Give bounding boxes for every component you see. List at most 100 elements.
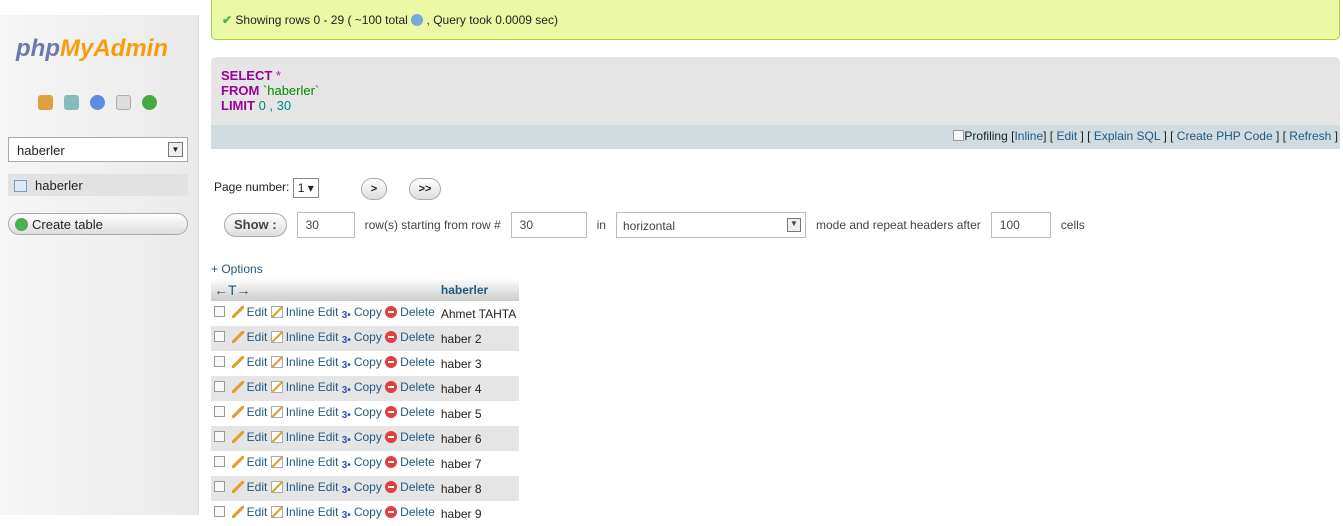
delete-link[interactable]: Delete	[385, 455, 435, 469]
copy-link[interactable]: 3• Copy	[342, 330, 382, 346]
copy-icon: 3•	[341, 435, 351, 446]
edit-link[interactable]: Edit	[231, 505, 267, 519]
pencil-icon	[231, 506, 244, 518]
edit-link[interactable]: Edit	[231, 405, 267, 419]
table-row: Edit Inline Edit 3• Copy Delete haber 3	[211, 351, 519, 376]
copy-link[interactable]: 3• Copy	[342, 455, 382, 471]
inline-edit-link[interactable]: Inline Edit	[270, 405, 338, 419]
row-checkbox[interactable]	[214, 331, 225, 342]
copy-link[interactable]: 3• Copy	[342, 380, 382, 396]
row-checkbox[interactable]	[214, 481, 225, 492]
delete-link[interactable]: Delete	[385, 480, 435, 494]
page-number-select[interactable]: 1 ▾	[292, 178, 319, 198]
edit-link[interactable]: Edit	[231, 380, 267, 394]
sidebar: phpMyAdmin haberler ▼ haberler Create tab…	[0, 15, 199, 515]
inline-link[interactable]: Inline	[1014, 129, 1043, 143]
row-checkbox[interactable]	[214, 506, 225, 517]
start-row-input[interactable]: 30	[510, 212, 587, 238]
pencil-icon	[231, 356, 244, 368]
table-row: Edit Inline Edit 3• Copy Delete haber 8	[211, 476, 520, 501]
inline-edit-link[interactable]: Inline Edit	[270, 380, 338, 394]
edit-link[interactable]: Edit	[231, 430, 267, 444]
options-toggle[interactable]: + Options	[211, 262, 263, 276]
table-row: Edit Inline Edit 3• Copy Delete haber 9	[211, 501, 519, 526]
delete-icon	[385, 506, 398, 518]
chevron-down-icon: ▼	[786, 218, 801, 232]
delete-link[interactable]: Delete	[385, 505, 435, 519]
edit-link[interactable]: Edit	[231, 355, 267, 369]
pencil-icon	[231, 431, 244, 443]
copy-link[interactable]: 3• Copy	[341, 430, 382, 446]
sidebar-item-haberler[interactable]: haberler	[8, 174, 188, 196]
pencil-icon	[231, 306, 244, 318]
delete-link[interactable]: Delete	[385, 330, 435, 344]
edit-link[interactable]: Edit	[231, 330, 267, 344]
delete-link[interactable]: Delete	[385, 430, 435, 444]
delete-icon	[385, 306, 398, 318]
row-checkbox[interactable]	[214, 381, 225, 392]
delete-link[interactable]: Delete	[385, 380, 435, 394]
copy-link[interactable]: 3• Copy	[342, 305, 382, 321]
inline-edit-icon	[270, 506, 283, 518]
copy-link[interactable]: 3• Copy	[342, 505, 382, 521]
delete-link[interactable]: Delete	[385, 305, 435, 319]
row-checkbox[interactable]	[214, 356, 225, 367]
inline-edit-link[interactable]: Inline Edit	[270, 305, 338, 319]
row-checkbox[interactable]	[214, 431, 225, 442]
pencil-icon	[231, 331, 244, 343]
cell-haberler: haber 3	[440, 356, 482, 371]
copy-link[interactable]: 3• Copy	[341, 480, 382, 496]
explain-sql-link[interactable]: Explain SQL	[1094, 129, 1160, 143]
refresh-link[interactable]: Refresh	[1289, 129, 1331, 143]
inline-edit-link[interactable]: Inline Edit	[270, 455, 338, 469]
table-row: Edit Inline Edit 3• Copy Delete haber 7	[211, 451, 519, 476]
phpmyadmin-logo[interactable]: phpMyAdmin	[16, 35, 168, 63]
last-page-button[interactable]: >>	[409, 178, 441, 200]
profiling-checkbox[interactable]	[953, 130, 965, 141]
row-checkbox[interactable]	[214, 406, 225, 417]
pencil-icon	[231, 481, 244, 493]
row-checkbox[interactable]	[214, 306, 225, 317]
row-checkbox[interactable]	[214, 456, 225, 467]
next-page-button[interactable]: >	[361, 178, 387, 200]
home-icon[interactable]	[38, 95, 53, 110]
edit-link[interactable]: Edit	[231, 455, 267, 469]
inline-edit-link[interactable]: Inline Edit	[270, 505, 338, 519]
table-row: Edit Inline Edit 3• Copy Delete haber 2	[211, 326, 520, 351]
copy-link[interactable]: 3• Copy	[342, 355, 382, 371]
create-table-button[interactable]: Create table	[8, 213, 188, 235]
edit-link[interactable]: Edit	[231, 480, 267, 494]
inline-edit-link[interactable]: Inline Edit	[270, 480, 338, 494]
pencil-icon	[231, 456, 244, 468]
inline-edit-icon	[270, 481, 283, 493]
help-icon[interactable]	[90, 95, 105, 110]
inline-edit-link[interactable]: Inline Edit	[270, 430, 338, 444]
delete-icon	[385, 356, 398, 368]
database-select[interactable]: haberler ▼	[8, 137, 188, 162]
logout-icon[interactable]	[64, 95, 79, 110]
inline-edit-link[interactable]: Inline Edit	[270, 355, 338, 369]
table-row: Edit Inline Edit 3• Copy Delete haber 6	[211, 426, 520, 451]
inline-edit-icon	[270, 406, 283, 418]
docs-icon[interactable]	[116, 95, 131, 110]
edit-link[interactable]: Edit	[231, 305, 267, 319]
inline-edit-link[interactable]: Inline Edit	[270, 330, 338, 344]
copy-link[interactable]: 3• Copy	[342, 405, 382, 421]
table-row: Edit Inline Edit 3• Copy Delete haber 4	[211, 376, 520, 401]
delete-icon	[385, 456, 398, 468]
delete-link[interactable]: Delete	[385, 355, 435, 369]
info-icon[interactable]	[411, 14, 424, 26]
copy-icon: 3•	[341, 485, 351, 496]
create-php-code-link[interactable]: Create PHP Code	[1177, 129, 1273, 143]
delete-icon	[385, 381, 398, 393]
show-button[interactable]: Show :	[224, 213, 287, 237]
column-header-haberler[interactable]: haberler	[437, 278, 520, 301]
reload-icon[interactable]	[142, 95, 157, 110]
delete-link[interactable]: Delete	[385, 405, 435, 419]
rows-input[interactable]: 30	[296, 212, 355, 238]
edit-link[interactable]: Edit	[1056, 129, 1077, 143]
column-resize-arrows[interactable]: ←T→	[211, 278, 438, 301]
repeat-headers-input[interactable]: 100	[990, 212, 1051, 238]
display-mode-select[interactable]: horizontal ▼	[615, 212, 806, 238]
cell-haberler: haber 6	[437, 426, 520, 451]
